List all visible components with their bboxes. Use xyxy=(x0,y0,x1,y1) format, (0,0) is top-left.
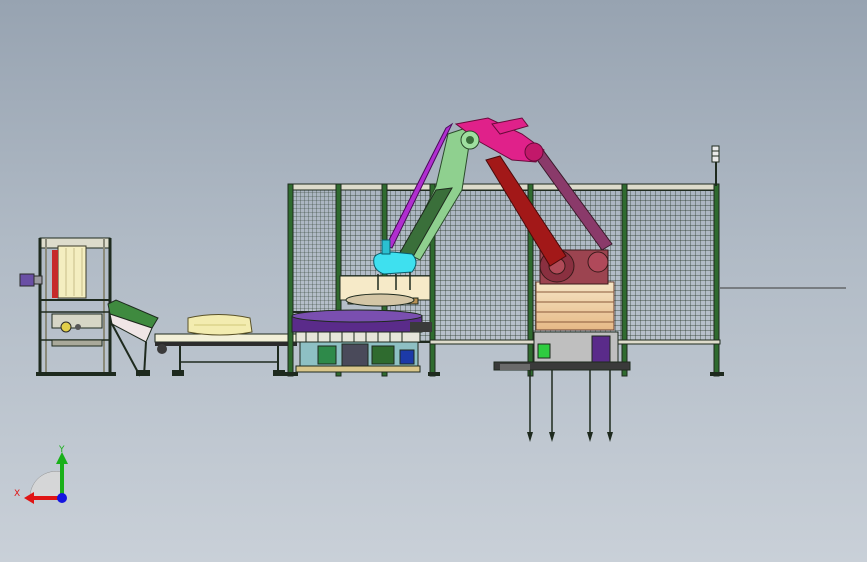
y-axis-label: Y xyxy=(58,445,65,455)
cad-viewport[interactable]: X Y xyxy=(0,0,867,562)
inclined-conveyor[interactable] xyxy=(107,299,159,377)
anchor-bolts xyxy=(527,370,613,442)
bag-infeed-stand[interactable] xyxy=(19,237,116,376)
x-axis-label: X xyxy=(14,489,20,499)
signal-tower xyxy=(711,145,720,186)
z-axis-dot xyxy=(57,493,67,503)
assembly-drawing[interactable]: X Y xyxy=(0,0,867,562)
flat-conveyor[interactable] xyxy=(154,314,298,377)
orientation-triad: X Y xyxy=(14,445,68,504)
